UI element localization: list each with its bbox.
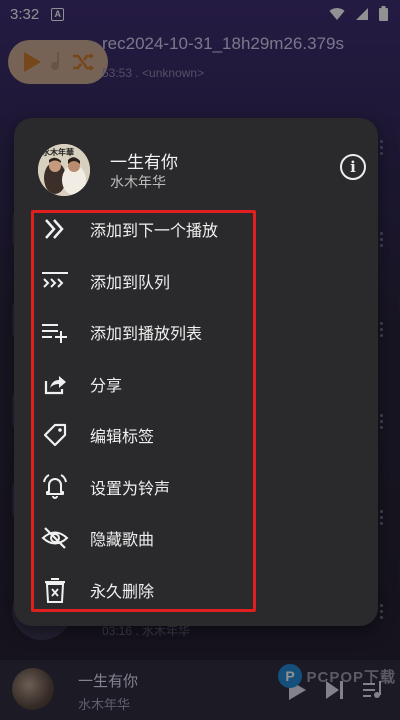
share-icon xyxy=(40,369,70,399)
menu-item-set-ringtone[interactable]: 设置为铃声 xyxy=(36,465,251,509)
menu-item-hide-song[interactable]: 隐藏歌曲 xyxy=(36,516,251,560)
menu-item-label: 隐藏歌曲 xyxy=(90,530,155,549)
menu-item-play-next[interactable]: 添加到下一个播放 xyxy=(36,207,251,251)
menu-item-label: 设置为铃声 xyxy=(90,479,171,498)
menu-header: 水木年華 一生有你 水木年华 i xyxy=(38,140,368,200)
menu-item-edit-tags[interactable]: 编辑标签 xyxy=(36,413,251,457)
add-to-queue-icon xyxy=(40,266,70,296)
menu-item-label: 添加到播放列表 xyxy=(90,324,203,343)
delete-icon xyxy=(40,575,70,605)
menu-song-title: 一生有你 xyxy=(110,153,178,173)
menu-item-label: 添加到队列 xyxy=(90,273,171,292)
album-cover: 水木年華 xyxy=(38,144,90,196)
menu-item-label: 分享 xyxy=(90,376,123,395)
info-button[interactable]: i xyxy=(340,154,366,180)
menu-item-label: 永久删除 xyxy=(90,582,155,601)
album-cover-text: 水木年華 xyxy=(42,147,74,157)
menu-item-add-to-playlist[interactable]: 添加到播放列表 xyxy=(36,310,251,354)
menu-item-delete-permanently[interactable]: 永久删除 xyxy=(36,568,251,612)
menu-item-share[interactable]: 分享 xyxy=(36,362,251,406)
menu-item-label: 添加到下一个播放 xyxy=(90,221,219,240)
play-next-icon xyxy=(40,214,70,244)
bell-icon xyxy=(40,472,70,502)
menu-item-add-to-queue[interactable]: 添加到队列 xyxy=(36,259,251,303)
info-icon: i xyxy=(350,157,356,176)
add-to-playlist-icon xyxy=(40,317,70,347)
hide-icon xyxy=(40,523,70,553)
menu-item-label: 编辑标签 xyxy=(90,427,155,446)
menu-song-artist: 水木年华 xyxy=(110,175,166,191)
tag-icon xyxy=(40,420,70,450)
